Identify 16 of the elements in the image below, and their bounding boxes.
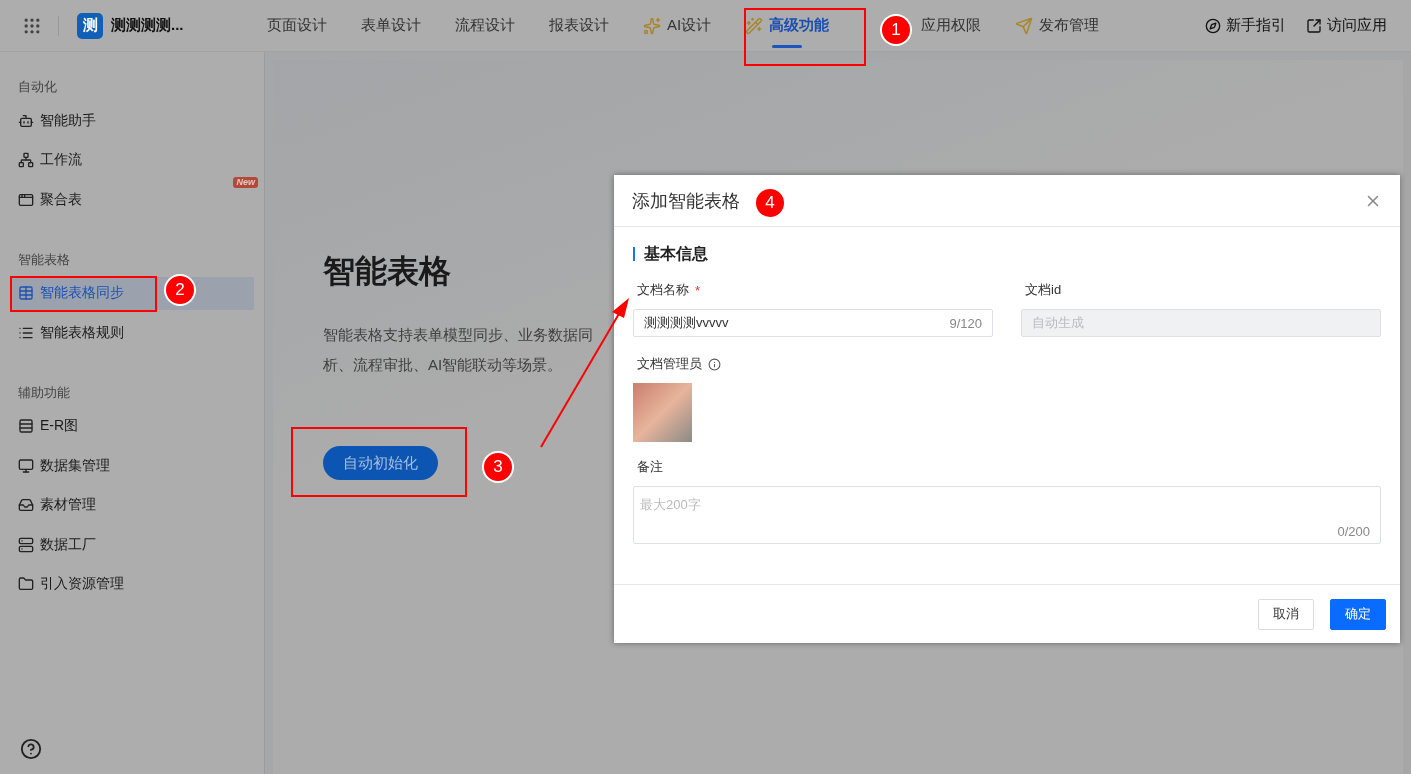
field-label: 文档名称 (637, 281, 689, 299)
sidebar-section-title: 辅助功能 (17, 383, 71, 402)
hero-description: 智能表格支持表单模型同步、业务数据同 (323, 325, 593, 345)
required-mark: * (695, 282, 701, 298)
new-badge: New (233, 177, 258, 188)
sidebar-section-title: 自动化 (17, 78, 58, 96)
hero-title: 智能表格 (323, 252, 451, 291)
section-title: 基本信息 (633, 247, 1381, 261)
hero-description: 析、流程审批、AI智能联动等场景。 (323, 355, 563, 375)
sidebar-section-title: 智能表格 (17, 250, 71, 269)
app-logo: 测 (77, 12, 103, 39)
dialog-title: 添加智能表格 (632, 189, 740, 213)
field-label: 文档管理员 (637, 355, 702, 373)
field-label: 文档id (1025, 281, 1062, 299)
app-name: 测测测测... (111, 16, 184, 35)
field-label: 备注 (637, 458, 663, 476)
